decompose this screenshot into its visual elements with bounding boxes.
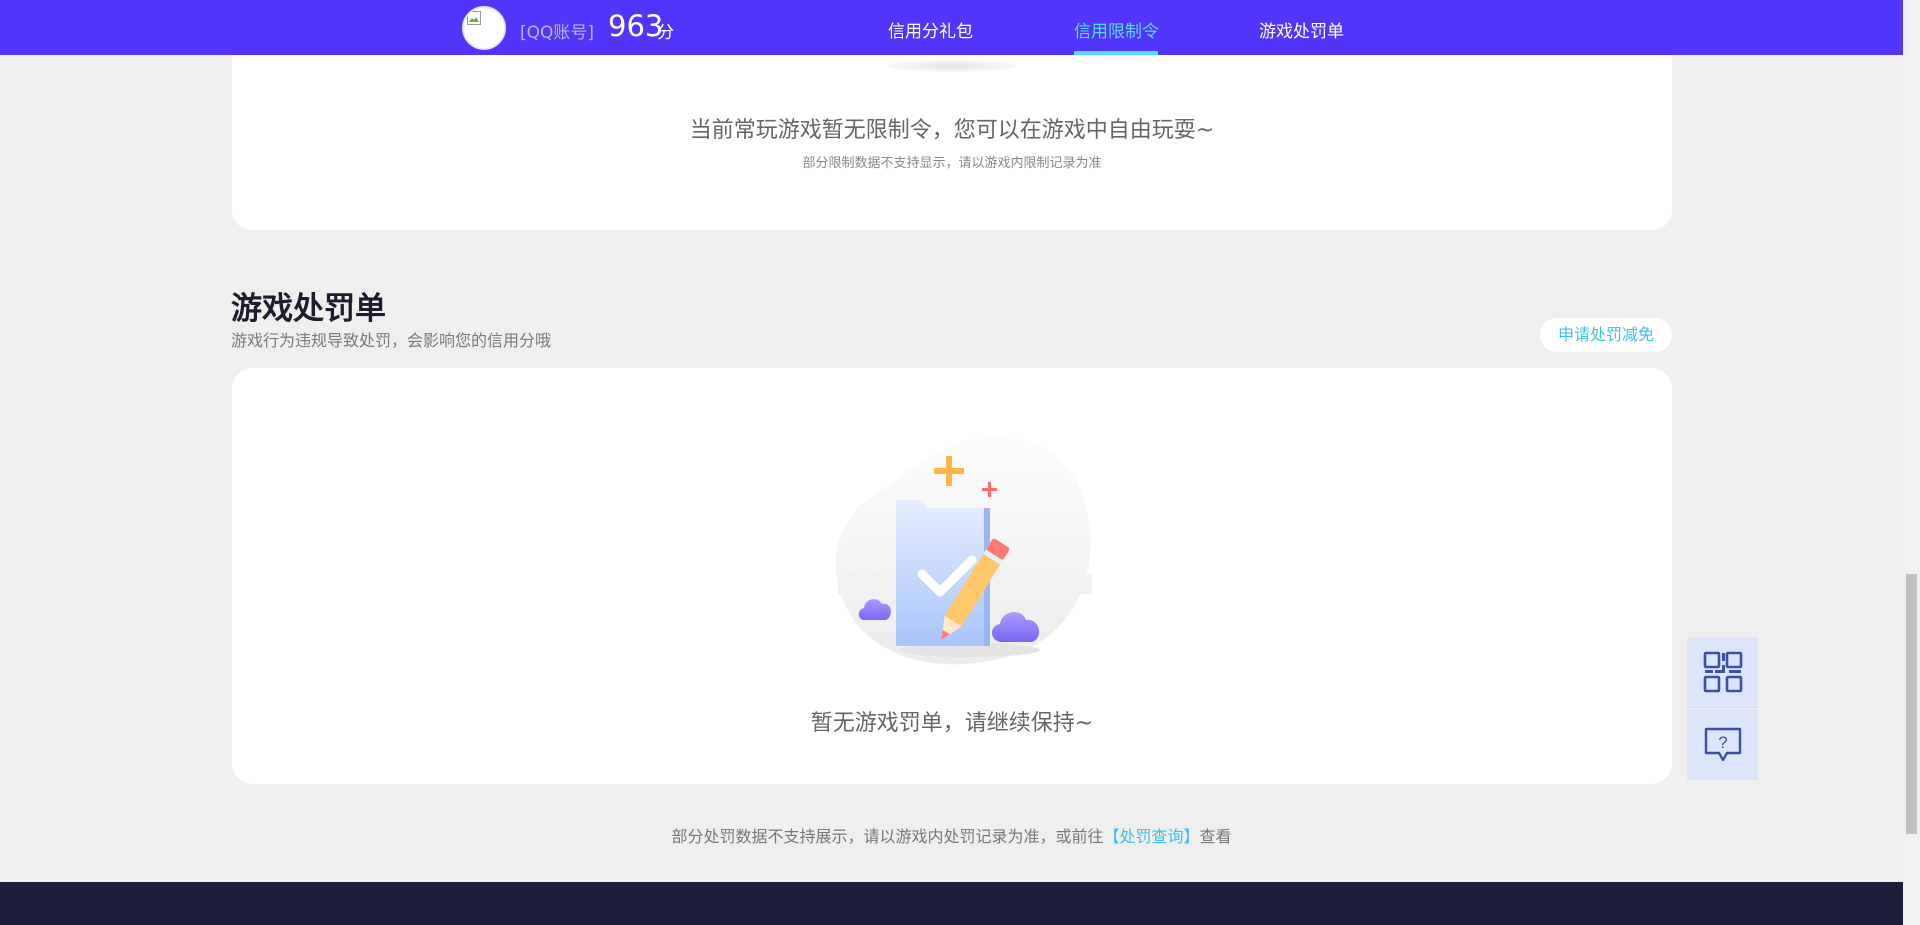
- help-chat-icon: ?: [1704, 727, 1741, 761]
- credit-score-unit: 分: [657, 23, 674, 43]
- top-nav-bar: [QQ账号] 963 分 信用分礼包 信用限制令 游戏处罚单: [0, 0, 1903, 55]
- penalty-card: 暂无游戏罚单，请继续保持~: [232, 368, 1672, 784]
- nav-game-penalty[interactable]: 游戏处罚单: [1259, 17, 1344, 42]
- penalty-query-link[interactable]: 【处罚查询】: [1103, 827, 1199, 846]
- penalty-empty-text: 暂无游戏罚单，请继续保持~: [810, 711, 1094, 736]
- nav-credit-restriction[interactable]: 信用限制令: [1074, 17, 1159, 42]
- qr-code-button[interactable]: [1687, 637, 1758, 708]
- credit-score-value: 963: [608, 9, 664, 43]
- apply-penalty-reduction-button[interactable]: 申请处罚减免: [1540, 318, 1672, 352]
- restriction-empty-text: 当前常玩游戏暂无限制令，您可以在游戏中自由玩耍~: [689, 118, 1215, 143]
- scrollbar-thumb[interactable]: [1906, 574, 1917, 834]
- active-nav-indicator: [1074, 51, 1158, 55]
- account-type-label: [QQ账号]: [520, 23, 595, 43]
- svg-text:?: ?: [1718, 733, 1727, 752]
- penalty-note-suffix: 查看: [1199, 827, 1232, 846]
- avatar[interactable]: [462, 6, 506, 50]
- penalty-note-text: 部分处罚数据不支持展示，请以游戏内处罚记录为准，或前往: [671, 827, 1104, 846]
- penalty-footer-note: 部分处罚数据不支持展示，请以游戏内处罚记录为准，或前往【处罚查询】查看: [0, 823, 1903, 847]
- penalty-section-subtitle: 游戏行为违规导致处罚，会影响您的信用分哦: [231, 331, 552, 350]
- qr-code-icon: [1703, 651, 1742, 693]
- restriction-note: 部分限制数据不支持显示，请以游戏内限制记录为准: [802, 156, 1102, 171]
- nav-credit-gift[interactable]: 信用分礼包: [888, 17, 973, 42]
- broken-image-icon: [467, 11, 481, 25]
- penalty-section-title: 游戏处罚单: [231, 291, 386, 327]
- empty-penalty-illustration: [835, 435, 1092, 665]
- page-footer: [0, 882, 1903, 925]
- illustration-shadow: [887, 60, 1017, 72]
- help-button[interactable]: ?: [1687, 709, 1758, 780]
